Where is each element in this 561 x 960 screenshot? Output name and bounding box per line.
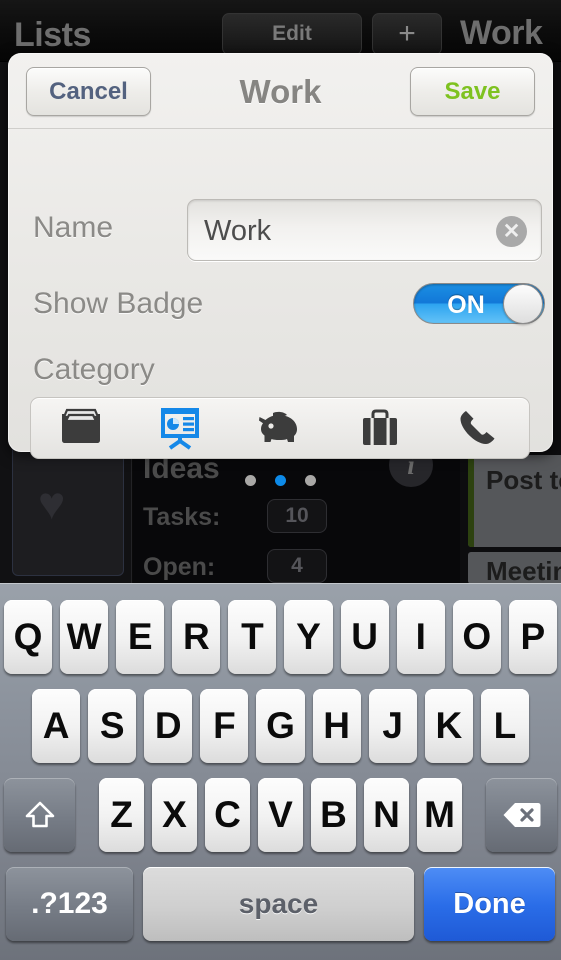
save-button[interactable]: Save — [410, 67, 535, 116]
page-indicator[interactable] — [8, 475, 553, 486]
briefcase-icon — [359, 408, 401, 448]
name-label: Name — [33, 211, 114, 244]
edit-button[interactable]: Edit — [222, 13, 362, 55]
nav-title-lists: Lists — [14, 16, 91, 54]
background-card-post[interactable]: Post to — [468, 455, 561, 547]
tasks-count: 10 — [267, 499, 327, 533]
key-c[interactable]: C — [205, 778, 250, 852]
key-r[interactable]: R — [172, 600, 221, 674]
piggy-bank-icon — [256, 409, 304, 447]
name-field-wrapper[interactable]: ✕ — [187, 199, 542, 262]
show-badge-label: Show Badge — [33, 287, 204, 320]
key-w[interactable]: W — [60, 600, 109, 674]
add-button[interactable]: + — [372, 13, 442, 55]
key-v[interactable]: V — [258, 778, 303, 852]
shift-icon — [25, 801, 54, 828]
key-h[interactable]: H — [312, 689, 361, 763]
category-picker — [30, 397, 530, 459]
key-a[interactable]: A — [32, 689, 81, 763]
space-key[interactable]: space — [143, 867, 414, 941]
key-p[interactable]: P — [508, 600, 557, 674]
key-u[interactable]: U — [340, 600, 389, 674]
category-option-briefcase[interactable] — [330, 398, 430, 458]
category-option-piggy-bank[interactable] — [230, 398, 330, 458]
key-f[interactable]: F — [200, 689, 249, 763]
backspace-icon — [503, 803, 540, 827]
open-count: 4 — [267, 549, 327, 583]
tasks-label: Tasks: — [143, 503, 221, 531]
heart-icon: ♥ — [38, 477, 66, 529]
key-i[interactable]: I — [396, 600, 445, 674]
open-label: Open: — [143, 553, 216, 581]
key-b[interactable]: B — [311, 778, 356, 852]
category-option-phone[interactable] — [429, 398, 529, 458]
category-option-file-tray[interactable] — [31, 398, 131, 458]
key-n[interactable]: N — [364, 778, 409, 852]
show-badge-toggle[interactable]: ON — [413, 283, 545, 324]
on-screen-keyboard: Q W E R T Y U I O P A S D F G H J K L Z … — [0, 583, 561, 960]
done-key[interactable]: Done — [424, 867, 555, 941]
key-d[interactable]: D — [144, 689, 193, 763]
nav-title-work: Work — [460, 14, 543, 52]
key-g[interactable]: G — [256, 689, 305, 763]
keyboard-row-1: Q W E R T Y U I O P — [0, 600, 561, 674]
card-title: Meetin — [486, 556, 561, 584]
page-dot-1[interactable] — [245, 475, 256, 486]
key-t[interactable]: T — [228, 600, 277, 674]
key-j[interactable]: J — [368, 689, 417, 763]
card-stripe — [468, 455, 474, 547]
keyboard-row-4: .?123 space Done — [0, 867, 561, 941]
category-label: Category — [33, 353, 155, 386]
toggle-knob[interactable] — [503, 284, 543, 324]
keyboard-row-3: Z X C V B N M — [0, 778, 561, 852]
key-y[interactable]: Y — [284, 600, 333, 674]
phone-icon — [457, 407, 501, 449]
screen: ♥ Ideas i Tasks: 10 Open: 4 Post to Meet… — [0, 0, 561, 960]
key-m[interactable]: M — [417, 778, 462, 852]
key-l[interactable]: L — [480, 689, 529, 763]
page-dot-3[interactable] — [305, 475, 316, 486]
key-e[interactable]: E — [116, 600, 165, 674]
modal-header: Cancel Work Save — [8, 53, 553, 129]
key-x[interactable]: X — [152, 778, 197, 852]
file-tray-icon — [58, 408, 104, 448]
page-dot-2[interactable] — [275, 475, 286, 486]
name-input[interactable] — [204, 200, 484, 262]
toggle-state-label: ON — [447, 291, 485, 319]
clear-icon[interactable]: ✕ — [496, 216, 527, 247]
key-q[interactable]: Q — [4, 600, 53, 674]
presentation-icon — [156, 406, 204, 450]
key-s[interactable]: S — [88, 689, 137, 763]
key-k[interactable]: K — [424, 689, 473, 763]
keyboard-row-2: A S D F G H J K L — [0, 689, 561, 763]
edit-list-modal: Cancel Work Save Name ✕ Show Badge ON Ca… — [8, 53, 553, 486]
shift-key[interactable] — [4, 778, 75, 852]
key-z[interactable]: Z — [99, 778, 144, 852]
backspace-key[interactable] — [486, 778, 557, 852]
background-card-meeting[interactable]: Meetin — [468, 552, 561, 584]
category-option-presentation[interactable] — [131, 398, 231, 458]
numeric-key[interactable]: .?123 — [6, 867, 133, 941]
key-o[interactable]: O — [452, 600, 501, 674]
